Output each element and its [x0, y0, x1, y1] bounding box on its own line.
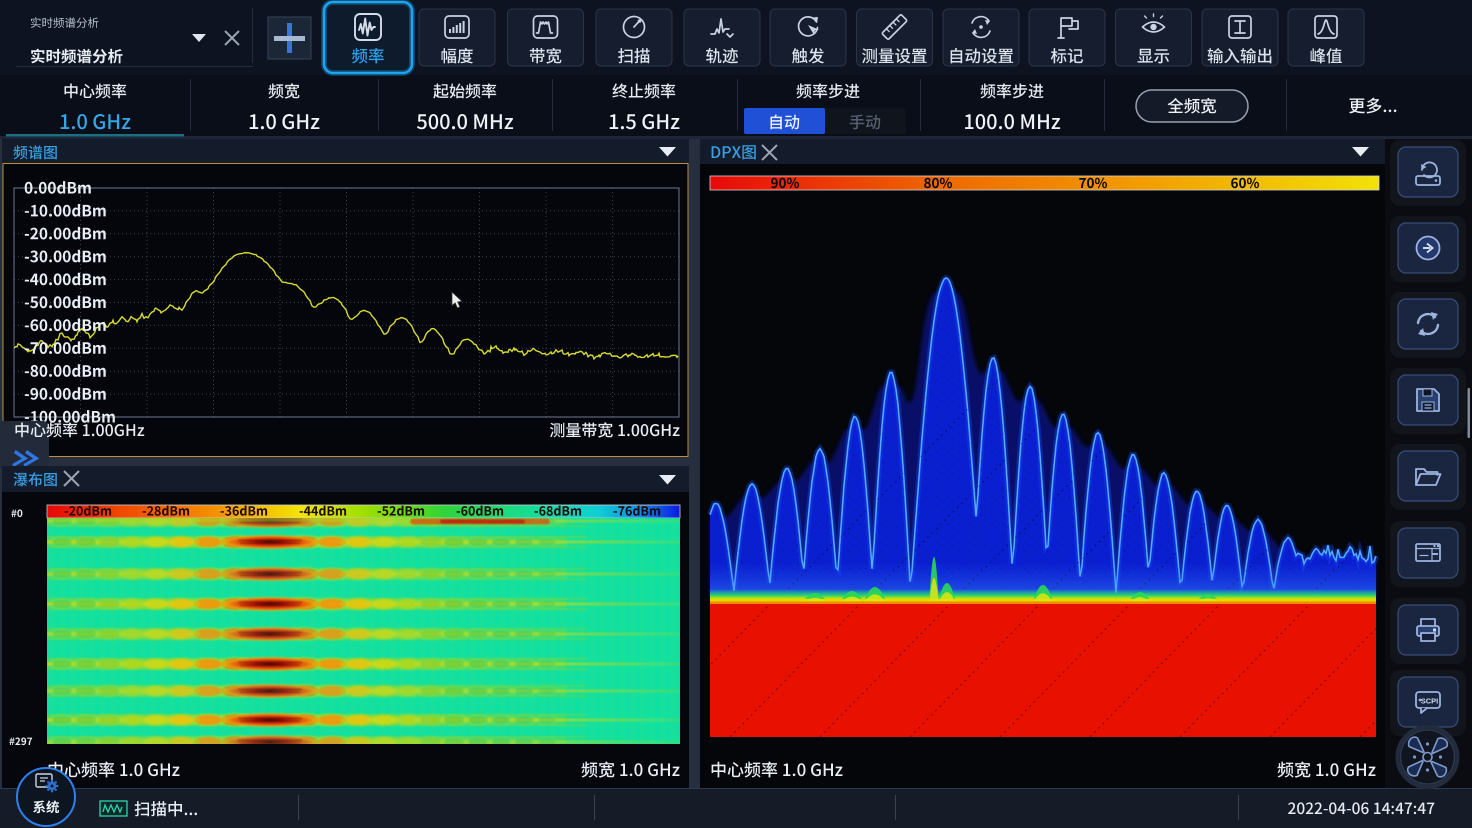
svg-text:SCPI: SCPI — [1421, 697, 1439, 706]
